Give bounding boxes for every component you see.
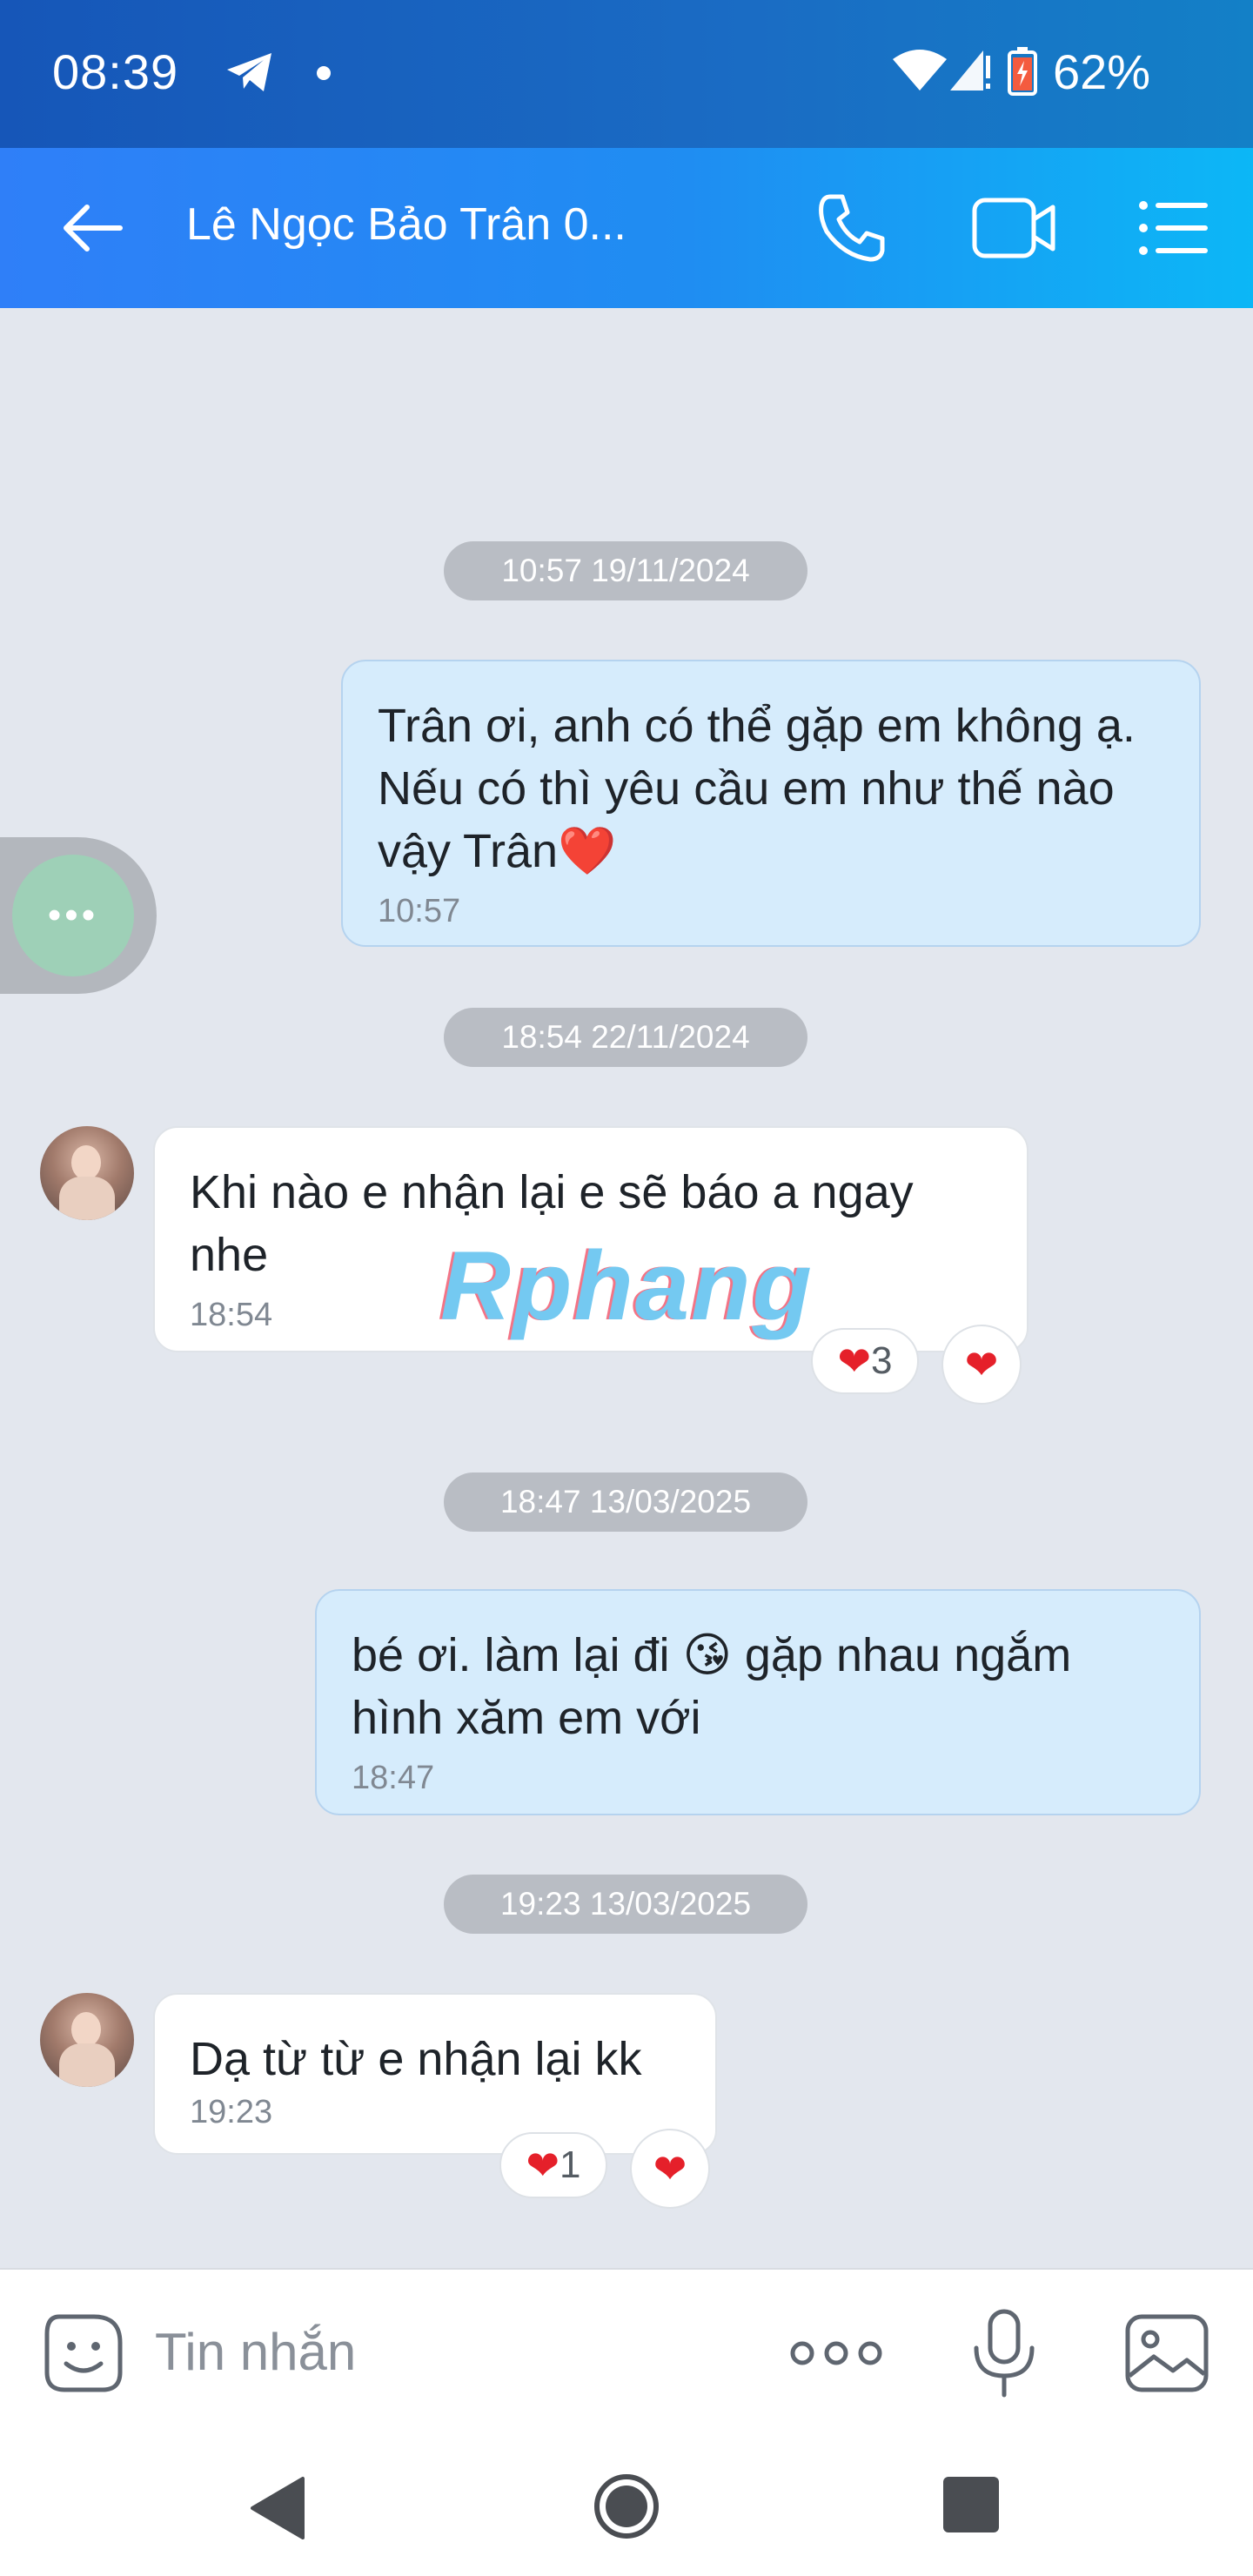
heart-icon: ❤ [653, 2146, 687, 2191]
message-text: Dạ từ từ e nhận lại kk [190, 2033, 642, 2085]
emoji-sticker-icon[interactable] [42, 2311, 125, 2395]
system-navigation-bar [0, 2433, 1253, 2576]
telegram-icon [227, 53, 271, 91]
timestamp-divider: 19:23 13/03/2025 [444, 1875, 807, 1934]
nav-back-icon[interactable] [247, 2475, 310, 2541]
react-heart-button[interactable]: ❤ [941, 1325, 1022, 1405]
wifi-icon [893, 50, 947, 91]
floating-bubble-button[interactable]: ••• [0, 837, 157, 994]
back-arrow-icon[interactable] [57, 193, 127, 263]
message-input-bar: Tin nhắn [0, 2268, 1253, 2435]
app: 08:39 62% Lê Ngọc Bảo Trân 0... 10:57 19… [0, 0, 1253, 2576]
message-text: bé ơi. làm lại đi 😘 gặp nhau ngắm hình x… [352, 1629, 1072, 1744]
heart-icon: ❤ [964, 1342, 999, 1387]
notification-dot-icon [317, 66, 331, 80]
message-time: 10:57 [378, 893, 461, 929]
message-text: Trân ơi, anh có thể gặp em không ạ. Nếu … [378, 700, 1136, 877]
status-bar: 08:39 62% [0, 0, 1253, 148]
status-time: 08:39 [52, 44, 179, 99]
timestamp-divider: 18:54 22/11/2024 [444, 1008, 807, 1067]
battery-percent: 62% [1053, 44, 1151, 99]
phone-icon[interactable] [814, 190, 889, 265]
timestamp-divider: 10:57 19/11/2024 [444, 541, 807, 600]
reaction-summary[interactable]: ❤ 3 [811, 1328, 919, 1394]
nav-home-icon[interactable] [592, 2472, 661, 2541]
message-time: 18:47 [352, 1760, 435, 1796]
kiss-emoji: 😘 [682, 1629, 732, 1681]
reaction-count: 3 [871, 1339, 893, 1382]
contact-name-title[interactable]: Lê Ngọc Bảo Trân 0... [186, 198, 626, 251]
battery-icon [1008, 47, 1037, 96]
message-input[interactable]: Tin nhắn [155, 2322, 356, 2382]
message-bubble-outgoing[interactable]: Trân ơi, anh có thể gặp em không ạ. Nếu … [341, 660, 1201, 947]
chat-area[interactable]: 10:57 19/11/2024 Trân ơi, anh có thể gặp… [0, 308, 1253, 2268]
heart-icon: ❤ [526, 2143, 560, 2188]
heart-emoji: ❤️ [558, 825, 617, 877]
message-bubble-outgoing[interactable]: bé ơi. làm lại đi 😘 gặp nhau ngắm hình x… [315, 1589, 1201, 1815]
more-dots-icon: ••• [12, 855, 134, 976]
reaction-summary[interactable]: ❤ 1 [499, 2132, 607, 2198]
microphone-icon[interactable] [969, 2308, 1039, 2398]
signal-icon [950, 50, 990, 91]
nav-recent-apps-icon[interactable] [943, 2477, 999, 2532]
reaction-count: 1 [559, 2143, 581, 2186]
timestamp-divider: 18:47 13/03/2025 [444, 1472, 807, 1532]
message-bubble-incoming[interactable]: Dạ từ từ e nhận lại kk 19:23 [153, 1993, 717, 2155]
heart-icon: ❤ [837, 1338, 872, 1384]
chat-header: Lê Ngọc Bảo Trân 0... [0, 148, 1253, 308]
contact-avatar[interactable] [40, 1126, 134, 1220]
react-heart-button[interactable]: ❤ [630, 2129, 710, 2209]
image-gallery-icon[interactable] [1124, 2313, 1209, 2393]
video-call-icon[interactable] [971, 191, 1058, 265]
watermark-logo: Rphang [440, 1231, 814, 1340]
contact-avatar[interactable] [40, 1993, 134, 2087]
message-time: 19:23 [190, 2094, 273, 2130]
more-options-icon[interactable] [788, 2329, 884, 2378]
menu-list-icon[interactable] [1136, 197, 1209, 259]
